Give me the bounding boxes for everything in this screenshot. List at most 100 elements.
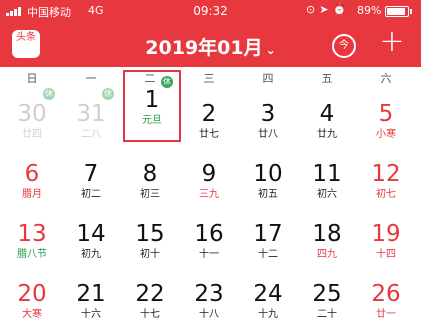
add-event-button[interactable]: + <box>377 27 407 57</box>
day-cell[interactable]: 20 大寒 <box>3 264 61 320</box>
day-number: 7 <box>83 161 99 187</box>
day-cell[interactable]: 19 十四 <box>357 204 415 260</box>
lunar-date: 初十 <box>140 249 160 260</box>
chevron-down-icon: ⌄ <box>265 43 276 57</box>
status-bar: 中国移动 4G 09:32 ⊙➤⏰ 89% <box>0 0 421 22</box>
day-cell[interactable]: 25 二十 <box>298 264 356 320</box>
today-button[interactable]: 今 <box>332 34 356 58</box>
day-number: 1 <box>144 87 160 113</box>
day-cell[interactable]: 3 廿八 <box>239 84 297 140</box>
lunar-date: 十七 <box>140 309 160 320</box>
day-number: 24 <box>253 281 283 307</box>
lunar-date: 十二 <box>258 249 278 260</box>
day-cell[interactable]: 12 初七 <box>357 144 415 200</box>
lunar-date: 二八 <box>81 129 101 140</box>
day-cell[interactable]: 6 腊月 <box>3 144 61 200</box>
battery-percent: 89% <box>357 4 382 17</box>
lunar-date: 初二 <box>81 189 101 200</box>
day-cell[interactable]: 11 初六 <box>298 144 356 200</box>
lunar-date: 十六 <box>81 309 101 320</box>
day-number: 31 <box>76 101 106 127</box>
lunar-date: 十九 <box>258 309 278 320</box>
day-cell[interactable]: 2 廿七 <box>180 84 238 140</box>
lunar-date: 初三 <box>140 189 160 200</box>
holiday-rest-badge: 休 <box>102 88 114 100</box>
day-cell[interactable]: 16 十一 <box>180 204 238 260</box>
day-number: 8 <box>142 161 158 187</box>
day-number: 6 <box>24 161 40 187</box>
day-number: 18 <box>312 221 342 247</box>
day-number: 25 <box>312 281 342 307</box>
day-number: 17 <box>253 221 283 247</box>
lunar-date: 腊八节 <box>17 249 47 260</box>
day-cell[interactable]: 31 二八 休 <box>62 84 120 140</box>
day-cell[interactable]: 22 十七 <box>121 264 179 320</box>
day-number: 23 <box>194 281 224 307</box>
battery-icon <box>385 6 412 17</box>
day-number: 20 <box>17 281 47 307</box>
lunar-date: 廿九 <box>317 129 337 140</box>
day-cell[interactable]: 14 初九 <box>62 204 120 260</box>
day-number: 19 <box>371 221 401 247</box>
location-icon: ➤ <box>319 3 333 16</box>
lunar-date: 廿七 <box>199 129 219 140</box>
day-cell[interactable]: 30 廿四 休 <box>3 84 61 140</box>
day-cell-today[interactable]: 1 元旦 休 <box>123 70 181 142</box>
day-cell[interactable]: 26 廿一 <box>357 264 415 320</box>
lunar-date: 大寒 <box>22 309 42 320</box>
day-number: 11 <box>312 161 342 187</box>
day-number: 4 <box>319 101 335 127</box>
day-cell[interactable]: 4 廿九 <box>298 84 356 140</box>
day-cell[interactable]: 24 十九 <box>239 264 297 320</box>
day-number: 26 <box>371 281 401 307</box>
day-number: 5 <box>378 101 394 127</box>
lunar-date: 十四 <box>376 249 396 260</box>
day-number: 2 <box>201 101 217 127</box>
day-number: 30 <box>17 101 47 127</box>
day-number: 22 <box>135 281 165 307</box>
lunar-date: 初六 <box>317 189 337 200</box>
day-cell[interactable]: 8 初三 <box>121 144 179 200</box>
alarm-icon: ⏰ <box>332 3 351 16</box>
day-number: 15 <box>135 221 165 247</box>
lunar-date: 初七 <box>376 189 396 200</box>
battery-level-fill <box>387 8 405 15</box>
lunar-date: 四九 <box>317 249 337 260</box>
day-number: 3 <box>260 101 276 127</box>
lunar-date: 元旦 <box>142 115 162 126</box>
day-number: 14 <box>76 221 106 247</box>
day-number: 21 <box>76 281 106 307</box>
lunar-date: 十八 <box>199 309 219 320</box>
lunar-date: 小寒 <box>376 129 396 140</box>
day-cell[interactable]: 13 腊八节 <box>3 204 61 260</box>
day-cell[interactable]: 10 初五 <box>239 144 297 200</box>
app-header: 中国移动 4G 09:32 ⊙➤⏰ 89% 头条 2019年01月 ⌄ 今 + <box>0 0 421 67</box>
lunar-date: 初五 <box>258 189 278 200</box>
day-cell[interactable]: 7 初二 <box>62 144 120 200</box>
day-cell[interactable]: 18 四九 <box>298 204 356 260</box>
day-cell[interactable]: 9 三九 <box>180 144 238 200</box>
day-cell[interactable]: 15 初十 <box>121 204 179 260</box>
lunar-date: 初九 <box>81 249 101 260</box>
day-cell[interactable]: 21 十六 <box>62 264 120 320</box>
lunar-date: 二十 <box>317 309 337 320</box>
holiday-rest-badge: 休 <box>43 88 55 100</box>
holiday-rest-badge: 休 <box>161 76 173 88</box>
screen-rotation-lock-icon: ⊙ <box>306 3 320 16</box>
day-number: 10 <box>253 161 283 187</box>
day-number: 9 <box>201 161 217 187</box>
day-cell[interactable]: 17 十二 <box>239 204 297 260</box>
month-label: 2019年01月 <box>145 37 263 59</box>
lunar-date: 廿四 <box>22 129 42 140</box>
lunar-date: 廿一 <box>376 309 396 320</box>
lunar-date: 三九 <box>199 189 219 200</box>
lunar-date: 腊月 <box>22 189 42 200</box>
day-number: 13 <box>17 221 47 247</box>
day-cell[interactable]: 5 小寒 <box>357 84 415 140</box>
day-number: 12 <box>371 161 401 187</box>
month-selector[interactable]: 2019年01月 ⌄ <box>0 33 421 60</box>
lunar-date: 十一 <box>199 249 219 260</box>
day-number: 16 <box>194 221 224 247</box>
day-cell[interactable]: 23 十八 <box>180 264 238 320</box>
lunar-date: 廿八 <box>258 129 278 140</box>
